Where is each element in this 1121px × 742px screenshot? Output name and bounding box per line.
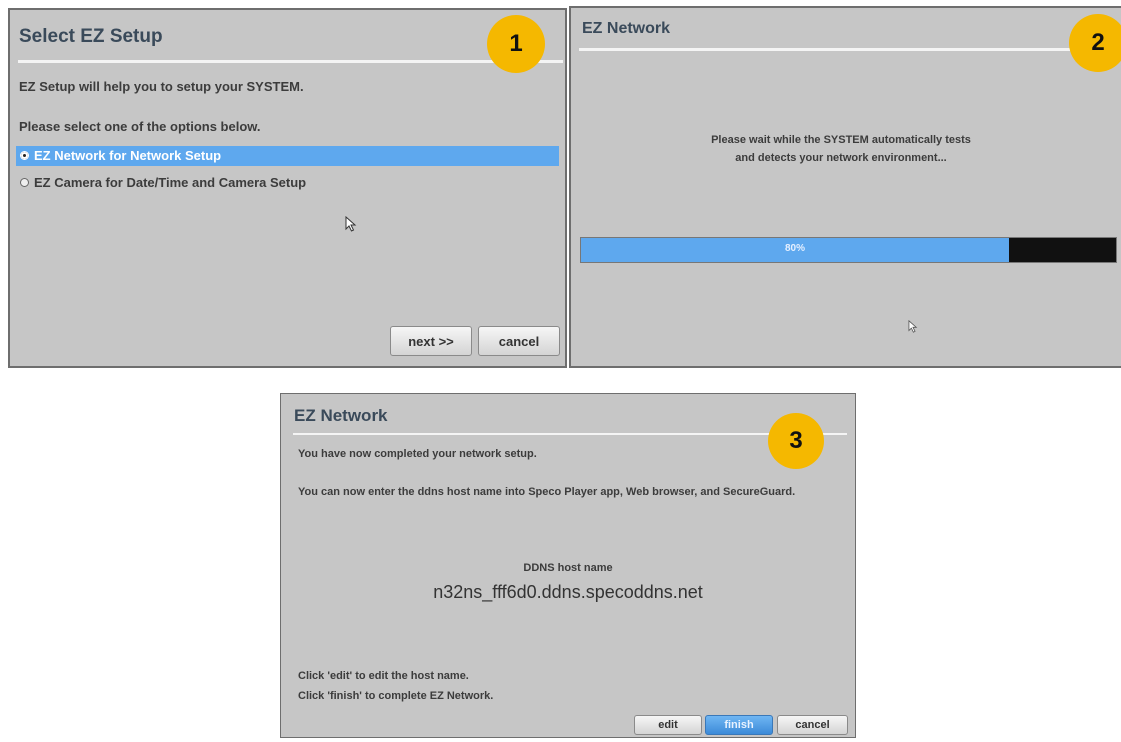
panel-title: EZ Network bbox=[294, 406, 388, 425]
panel-title: EZ Network bbox=[582, 20, 671, 37]
prompt-text: Please select one of the options below. bbox=[19, 119, 261, 134]
next-button[interactable]: next >> bbox=[390, 326, 472, 356]
cancel-button[interactable]: cancel bbox=[777, 715, 848, 735]
wait-message-line1: Please wait while the SYSTEM automatical… bbox=[711, 134, 971, 146]
progress-bar: 80% bbox=[580, 237, 1117, 263]
wait-message-line2: and detects your network environment... bbox=[735, 152, 947, 164]
radio-selected-icon[interactable] bbox=[20, 151, 29, 161]
step-badge-1: 1 bbox=[487, 15, 545, 73]
option-ez-camera[interactable]: EZ Camera for Date/Time and Camera Setup bbox=[16, 173, 559, 193]
step-badge-2: 2 bbox=[1069, 14, 1121, 72]
radio-unselected-icon[interactable] bbox=[20, 178, 29, 188]
ddns-label: DDNS host name bbox=[523, 562, 613, 574]
title-divider bbox=[293, 433, 847, 435]
edit-button[interactable]: edit bbox=[634, 715, 702, 735]
mouse-pointer-icon bbox=[345, 216, 357, 232]
progress-percent: 80% bbox=[784, 243, 806, 254]
title-divider bbox=[18, 60, 563, 63]
ez-setup-panel: Select EZ Setup 1 EZ Setup will help you… bbox=[8, 8, 567, 368]
finish-button[interactable]: finish bbox=[705, 715, 773, 735]
ddns-host-value: n32ns_fff6d0.ddns.specoddns.net bbox=[433, 582, 703, 602]
ez-network-progress-panel: EZ Network 2 Please wait while the SYSTE… bbox=[569, 6, 1121, 368]
step-badge-3: 3 bbox=[768, 413, 824, 469]
title-divider bbox=[579, 48, 1121, 51]
edit-hint: Click 'edit' to edit the host name. bbox=[298, 670, 469, 682]
mouse-pointer-icon bbox=[908, 320, 918, 333]
panel-title: Select EZ Setup bbox=[19, 26, 163, 47]
option-ez-network[interactable]: EZ Network for Network Setup bbox=[16, 146, 559, 166]
cancel-button[interactable]: cancel bbox=[478, 326, 560, 356]
option-label: EZ Camera for Date/Time and Camera Setup bbox=[34, 175, 307, 190]
finish-hint: Click 'finish' to complete EZ Network. bbox=[298, 690, 494, 702]
ez-network-complete-panel: EZ Network 3 You have now completed your… bbox=[280, 393, 856, 738]
completed-text: You have now completed your network setu… bbox=[298, 448, 537, 460]
intro-text: EZ Setup will help you to setup your SYS… bbox=[19, 79, 304, 94]
option-label: EZ Network for Network Setup bbox=[34, 148, 222, 163]
instructions-text: You can now enter the ddns host name int… bbox=[298, 486, 796, 498]
